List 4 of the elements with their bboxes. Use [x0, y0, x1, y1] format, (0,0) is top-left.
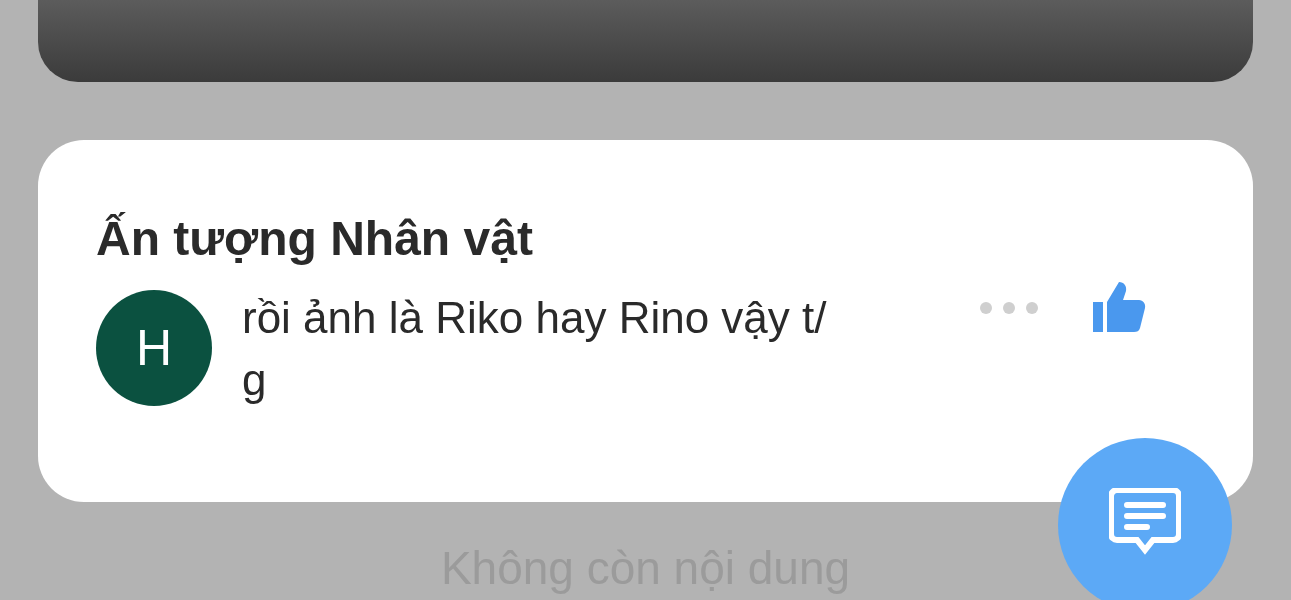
- section-title: Ấn tượng Nhân vật: [96, 211, 534, 267]
- more-icon[interactable]: [979, 301, 1039, 315]
- avatar: H: [96, 290, 212, 406]
- comment-text: rồi ảnh là Riko hay Rino vậy t/g: [242, 292, 828, 406]
